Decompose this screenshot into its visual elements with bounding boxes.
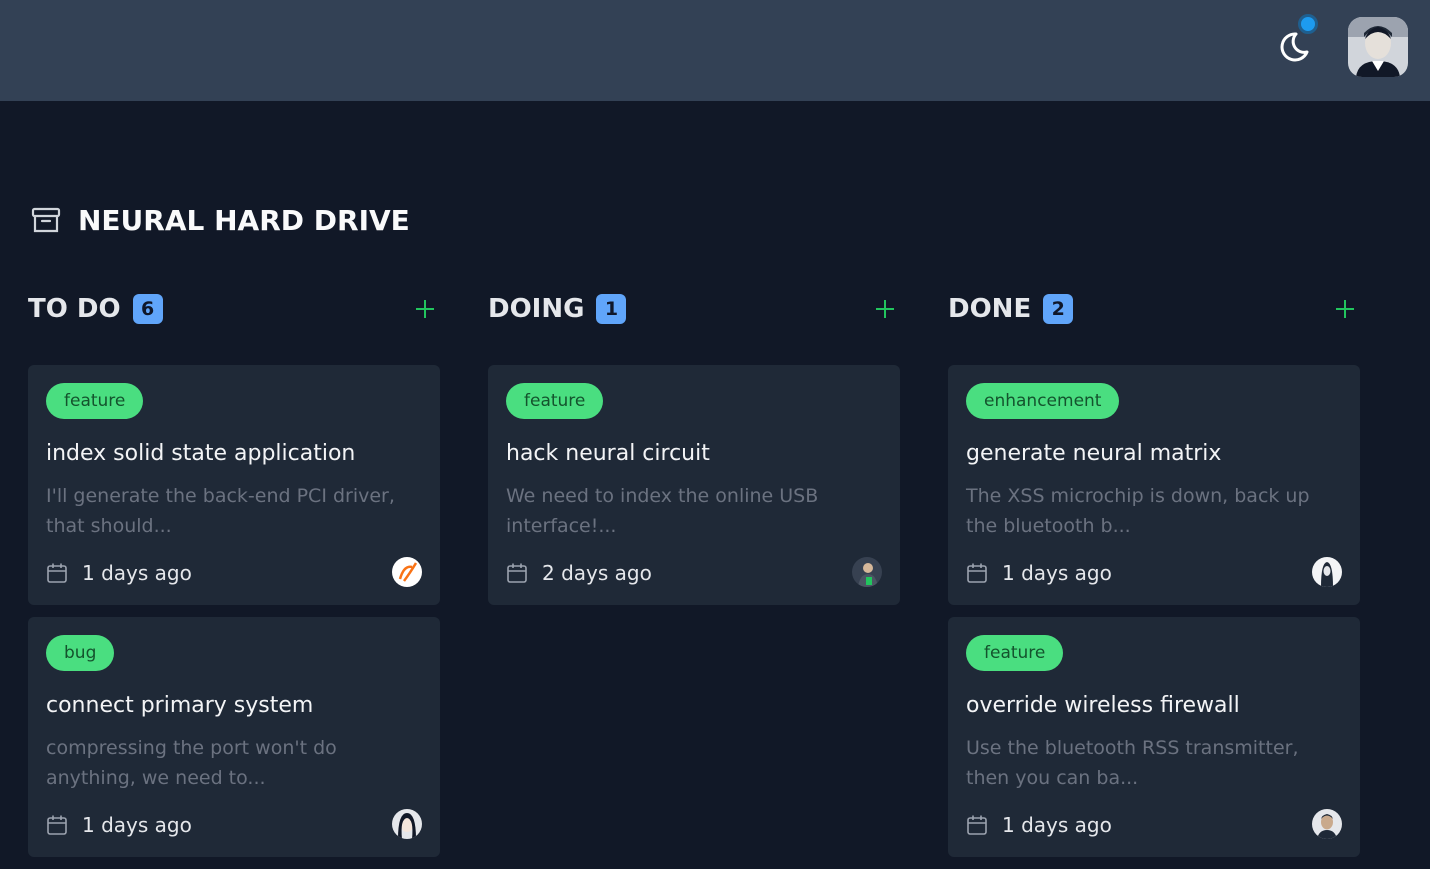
card-date: 1 days ago bbox=[966, 811, 1112, 839]
card-description: compressing the port won't do anything, … bbox=[46, 737, 337, 789]
tag-badge[interactable]: feature bbox=[506, 383, 604, 419]
card-title: override wireless firewall bbox=[966, 693, 1240, 718]
card-description: The XSS microchip is down, back up the b… bbox=[966, 485, 1310, 537]
task-card[interactable]: feature index solid state application I'… bbox=[28, 365, 440, 605]
tag-badge[interactable]: bug bbox=[46, 635, 115, 671]
top-bar bbox=[0, 0, 1430, 101]
tag-badge[interactable]: enhancement bbox=[966, 383, 1120, 419]
column-title: DONE bbox=[948, 294, 1032, 324]
assignee-avatar[interactable] bbox=[852, 557, 882, 587]
column-todo: TO DO 6 bbox=[28, 290, 440, 328]
column-header: TO DO 6 bbox=[28, 290, 440, 328]
column-count-badge: 6 bbox=[132, 294, 163, 324]
calendar-icon bbox=[507, 563, 527, 583]
card-description: I'll generate the back-end PCI driver, t… bbox=[46, 485, 395, 537]
add-card-button[interactable] bbox=[870, 294, 900, 324]
task-card[interactable]: feature override wireless firewall Use t… bbox=[948, 617, 1360, 857]
plus-icon bbox=[1336, 300, 1354, 318]
card-date-text: 2 days ago bbox=[542, 561, 652, 585]
column-header: DOING 1 bbox=[488, 290, 900, 328]
column-done: DONE 2 bbox=[948, 290, 1360, 328]
tag-badge[interactable]: feature bbox=[46, 383, 144, 419]
card-date-text: 1 days ago bbox=[82, 813, 192, 837]
assignee-avatar[interactable] bbox=[1312, 557, 1342, 587]
add-card-button[interactable] bbox=[410, 294, 440, 324]
assignee-avatar[interactable] bbox=[392, 557, 422, 587]
column-count-badge: 1 bbox=[596, 294, 627, 324]
task-card[interactable]: bug connect primary system compressing t… bbox=[28, 617, 440, 857]
plus-icon bbox=[876, 300, 894, 318]
card-title: index solid state application bbox=[46, 441, 356, 466]
card-date-text: 1 days ago bbox=[1002, 813, 1112, 837]
notification-dot bbox=[1298, 14, 1318, 34]
card-date: 1 days ago bbox=[966, 559, 1112, 587]
board-header: NEURAL HARD DRIVE bbox=[30, 200, 410, 240]
column-doing: DOING 1 bbox=[488, 290, 900, 328]
card-title: generate neural matrix bbox=[966, 441, 1222, 466]
task-card[interactable]: enhancement generate neural matrix The X… bbox=[948, 365, 1360, 605]
board-title: NEURAL HARD DRIVE bbox=[78, 203, 410, 237]
calendar-icon bbox=[47, 563, 67, 583]
card-date: 1 days ago bbox=[46, 559, 192, 587]
card-date: 1 days ago bbox=[46, 811, 192, 839]
card-title: hack neural circuit bbox=[506, 441, 710, 466]
task-card[interactable]: feature hack neural circuit We need to i… bbox=[488, 365, 900, 605]
column-title: DOING bbox=[488, 294, 585, 324]
card-date-text: 1 days ago bbox=[82, 561, 192, 585]
column-count-badge: 2 bbox=[1043, 294, 1074, 324]
card-date-text: 1 days ago bbox=[1002, 561, 1112, 585]
user-avatar[interactable] bbox=[1348, 17, 1408, 77]
archive-icon bbox=[31, 207, 61, 233]
plus-icon bbox=[416, 300, 434, 318]
card-date: 2 days ago bbox=[506, 559, 652, 587]
add-card-button[interactable] bbox=[1330, 294, 1360, 324]
calendar-icon bbox=[47, 815, 67, 835]
assignee-avatar[interactable] bbox=[1312, 809, 1342, 839]
calendar-icon bbox=[967, 815, 987, 835]
card-description: We need to index the online USB interfac… bbox=[506, 485, 819, 537]
card-description: Use the bluetooth RSS transmitter, then … bbox=[966, 737, 1299, 789]
column-header: DONE 2 bbox=[948, 290, 1360, 328]
tag-badge[interactable]: feature bbox=[966, 635, 1064, 671]
calendar-icon bbox=[967, 563, 987, 583]
assignee-avatar[interactable] bbox=[392, 809, 422, 839]
card-title: connect primary system bbox=[46, 693, 314, 718]
column-title: TO DO bbox=[28, 294, 121, 324]
